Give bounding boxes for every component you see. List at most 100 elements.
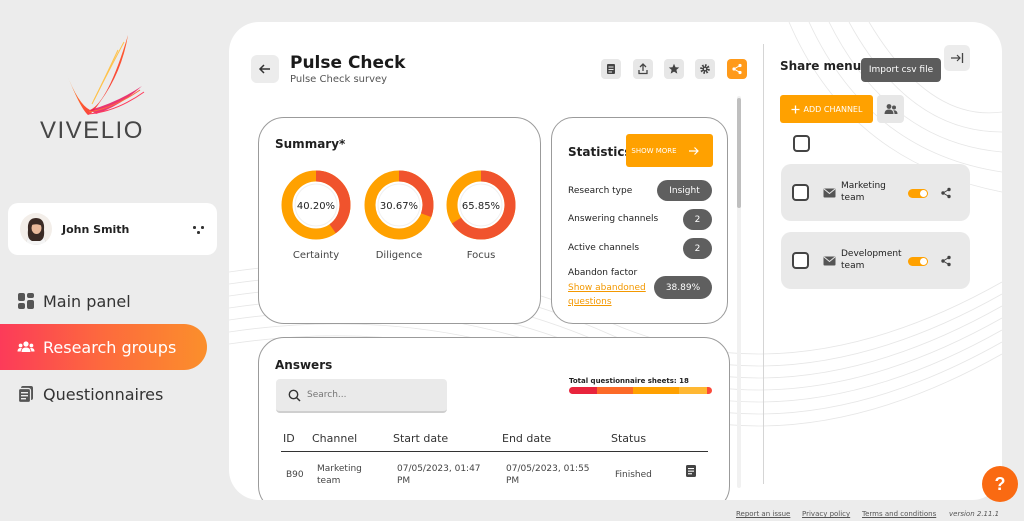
channel-checkbox[interactable] — [792, 184, 809, 201]
team-button[interactable] — [877, 95, 904, 123]
page-title: Pulse Check — [290, 53, 406, 73]
settings-button[interactable] — [695, 59, 715, 79]
answers-title: Answers — [275, 358, 333, 372]
search-input[interactable] — [307, 390, 427, 400]
collapse-right-icon — [951, 53, 964, 63]
add-channel-label: ADD CHANNEL — [803, 104, 863, 114]
channel-card-development: Development team — [781, 232, 970, 289]
donut-value: 30.67% — [380, 201, 418, 212]
share-icon[interactable] — [940, 187, 952, 199]
active-channels-badge: 2 — [683, 238, 712, 259]
total-sheets-label: Total questionnaire sheets: 18 — [569, 377, 689, 385]
version-label: version 2.11.1 — [949, 510, 1000, 518]
column-header-channel[interactable]: Channel — [312, 432, 357, 445]
statistics-panel: Statistics SHOW MORE Research type Insig… — [551, 117, 728, 324]
active-channels-label: Active channels — [568, 243, 640, 253]
collapse-panel-button[interactable] — [944, 45, 970, 71]
upload-button[interactable] — [633, 59, 653, 79]
donut-focus: 65.85% Focus — [446, 170, 516, 261]
privacy-policy-link[interactable]: Privacy policy — [802, 510, 850, 518]
show-more-button[interactable]: SHOW MORE — [626, 134, 713, 167]
list-button[interactable] — [601, 59, 621, 79]
dashboard-icon — [18, 293, 34, 309]
statistics-title: Statistics — [568, 145, 632, 159]
share-icon[interactable] — [940, 255, 952, 267]
document-icon — [17, 386, 33, 403]
favorite-button[interactable] — [664, 59, 684, 79]
email-icon — [823, 188, 836, 198]
share-menu-title: Share menu — [780, 59, 862, 73]
terms-link[interactable]: Terms and conditions — [862, 510, 936, 518]
donut-value: 65.85% — [462, 201, 500, 212]
answering-channels-label: Answering channels — [568, 214, 659, 224]
cell-channel: Marketing team — [317, 464, 362, 486]
view-details-icon[interactable] — [684, 464, 698, 478]
research-type-label: Research type — [568, 186, 633, 196]
user-name: John Smith — [62, 222, 130, 236]
channel-name: Development team — [841, 249, 902, 271]
nav-item-label: Questionnaires — [43, 384, 164, 404]
cell-id: B90 — [286, 470, 304, 480]
cell-start-date: 07/05/2023, 01:47 PM — [397, 464, 481, 486]
abandon-factor-label: Abandon factor — [568, 268, 638, 278]
donut-certainty: 40.20% Certainty — [281, 170, 351, 261]
divider — [763, 44, 764, 484]
research-type-badge: Insight — [657, 180, 712, 201]
search-icon — [288, 389, 301, 402]
summary-panel: Summary* 40.20% Certainty 30.67% Diligen… — [258, 117, 541, 324]
more-options-icon[interactable] — [191, 222, 205, 236]
avatar — [20, 213, 52, 245]
answering-channels-badge: 2 — [683, 209, 712, 230]
sheets-progress-bar — [569, 387, 712, 394]
arrow-left-icon — [258, 64, 270, 74]
table-header-divider — [281, 451, 708, 452]
donut-label: Certainty — [292, 250, 340, 261]
nav-item-research-groups[interactable]: Research groups — [0, 324, 207, 370]
add-channel-button[interactable]: ADD CHANNEL — [780, 95, 873, 123]
donut-chart: 30.67% — [364, 170, 434, 240]
share-button[interactable] — [727, 59, 747, 79]
report-issue-link[interactable]: Report an issue — [736, 510, 790, 518]
column-header-status[interactable]: Status — [611, 432, 646, 445]
share-icon — [732, 63, 742, 75]
cell-status: Finished — [615, 470, 652, 480]
channel-card-marketing: Marketing team — [781, 164, 970, 221]
back-button[interactable] — [251, 55, 279, 83]
column-header-end-date[interactable]: End date — [502, 432, 551, 445]
nav-item-label: Main panel — [43, 291, 131, 311]
donut-label: Focus — [466, 250, 496, 261]
page-subtitle: Pulse Check survey — [290, 74, 388, 85]
gear-icon — [700, 64, 710, 74]
search-box[interactable] — [276, 379, 447, 413]
donut-label: Diligence — [375, 250, 423, 261]
email-icon — [823, 256, 836, 266]
donut-chart: 40.20% — [281, 170, 351, 240]
upload-icon — [638, 63, 648, 75]
cell-end-date: 07/05/2023, 01:55 PM — [506, 464, 590, 486]
column-header-id[interactable]: ID — [283, 432, 295, 445]
nav-item-main-panel[interactable]: Main panel — [0, 278, 131, 324]
list-icon — [607, 64, 615, 74]
channel-name: Marketing team — [841, 181, 886, 203]
channel-active-toggle[interactable] — [908, 257, 928, 266]
nav-item-questionnaires[interactable]: Questionnaires — [0, 371, 163, 417]
donut-chart: 65.85% — [446, 170, 516, 240]
donut-diligence: 30.67% Diligence — [364, 170, 434, 261]
show-abandoned-questions-link[interactable]: Show abandoned questions — [568, 281, 650, 309]
answers-panel: Answers Total questionnaire sheets: 18 I… — [258, 337, 730, 500]
scrollbar-thumb[interactable] — [737, 98, 741, 208]
arrow-right-icon — [689, 146, 699, 155]
brand-wordmark: VIVELIO — [40, 117, 144, 144]
nav-item-label: Research groups — [43, 337, 177, 357]
column-header-start-date[interactable]: Start date — [393, 432, 448, 445]
channel-active-toggle[interactable] — [908, 189, 928, 198]
select-all-checkbox[interactable] — [793, 135, 810, 152]
star-icon — [668, 63, 680, 74]
help-button[interactable]: ? — [982, 466, 1018, 502]
main-card: Pulse Check Pulse Check survey Summary* … — [229, 22, 1002, 500]
channel-checkbox[interactable] — [792, 252, 809, 269]
user-card[interactable]: John Smith — [8, 203, 217, 255]
plus-icon — [791, 105, 800, 113]
donut-value: 40.20% — [297, 201, 335, 212]
summary-title: Summary* — [275, 137, 346, 151]
